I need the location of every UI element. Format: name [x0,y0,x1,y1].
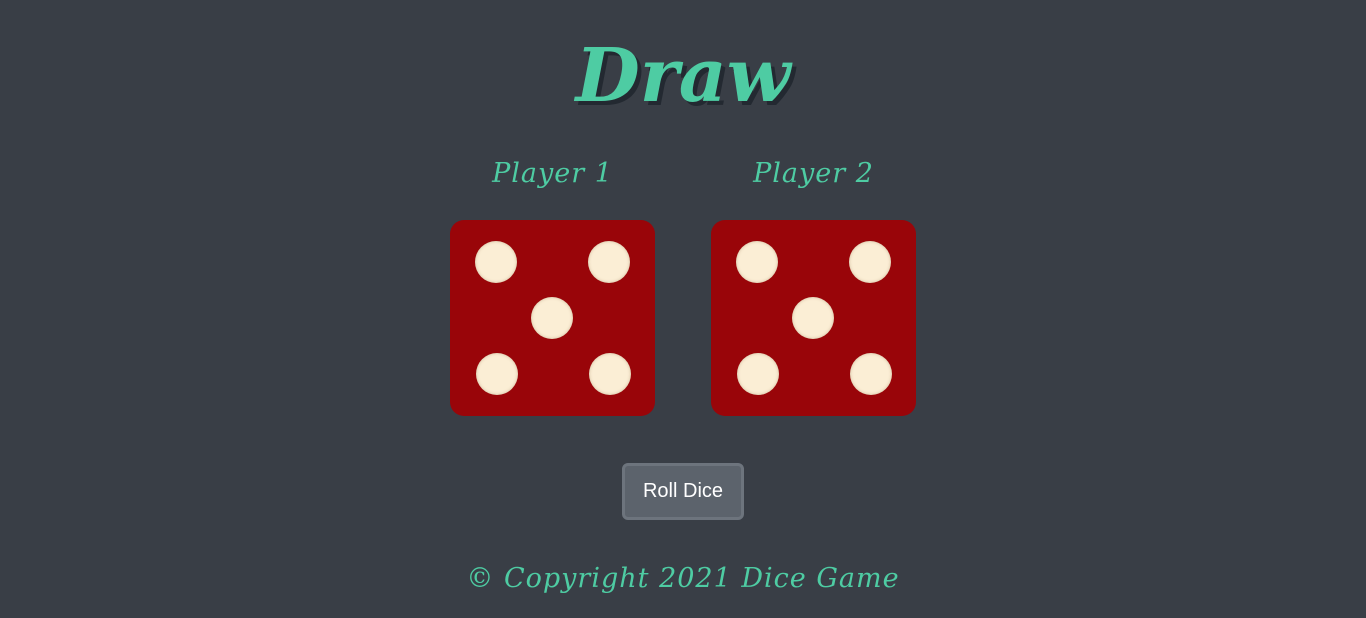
player-1-die [450,220,655,416]
result-title: Draw [575,33,791,119]
die-pip [531,297,573,339]
die-pip [589,353,631,395]
die-pip [588,241,630,283]
die-pip [475,241,517,283]
die-pip [476,353,518,395]
player-2-die [711,220,916,416]
footer-copyright: © Copyright 2021 Dice Game [466,563,900,594]
die-pip [737,353,779,395]
player-2-label: Player 2 [753,158,874,189]
die-pip [792,297,834,339]
roll-dice-button[interactable]: Roll Dice [622,463,744,520]
die-pip [849,241,891,283]
player-1-label: Player 1 [492,158,613,189]
dice-game-page: Draw Player 1 Player 2 Roll Dice © Copyr… [0,0,1366,618]
die-pip [736,241,778,283]
die-pip [850,353,892,395]
